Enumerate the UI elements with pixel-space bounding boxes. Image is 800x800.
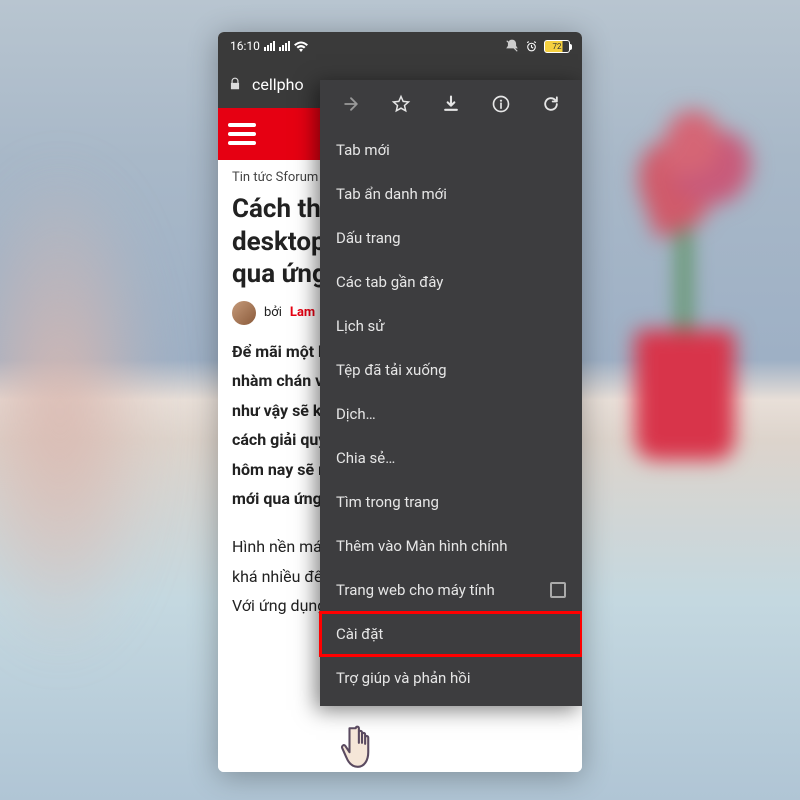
menu-desktop-site-label: Trang web cho máy tính bbox=[336, 581, 495, 599]
battery-level: 72 bbox=[553, 42, 562, 51]
menu-bookmarks[interactable]: Dấu trang bbox=[320, 216, 582, 260]
background-blur-left bbox=[0, 160, 160, 660]
alarm-icon bbox=[525, 40, 538, 53]
phone-frame: 16:10 72 cellpho Tin tức Sforum bbox=[218, 32, 582, 772]
battery-icon: 72 bbox=[544, 40, 570, 53]
overflow-menu: Tab mới Tab ẩn danh mới Dấu trang Các ta… bbox=[320, 80, 582, 706]
menu-desktop-site[interactable]: Trang web cho máy tính bbox=[320, 568, 582, 612]
menu-find[interactable]: Tìm trong trang bbox=[320, 480, 582, 524]
menu-add-home[interactable]: Thêm vào Màn hình chính bbox=[320, 524, 582, 568]
wifi-icon bbox=[294, 41, 308, 52]
forward-icon[interactable] bbox=[340, 93, 362, 115]
status-time: 16:10 bbox=[230, 39, 260, 53]
mute-icon bbox=[505, 39, 519, 53]
menu-icon-row bbox=[320, 80, 582, 128]
menu-incognito[interactable]: Tab ẩn danh mới bbox=[320, 172, 582, 216]
hamburger-icon[interactable] bbox=[228, 123, 256, 145]
signal-icon-1 bbox=[264, 41, 275, 51]
info-icon[interactable] bbox=[490, 93, 512, 115]
menu-recent-tabs[interactable]: Các tab gần đây bbox=[320, 260, 582, 304]
avatar bbox=[232, 301, 256, 325]
download-icon[interactable] bbox=[440, 93, 462, 115]
menu-settings[interactable]: Cài đặt bbox=[320, 612, 582, 656]
author-link[interactable]: Lam bbox=[290, 305, 315, 320]
reload-icon[interactable] bbox=[540, 93, 562, 115]
star-icon[interactable] bbox=[390, 93, 412, 115]
background-plant bbox=[610, 110, 760, 460]
menu-translate[interactable]: Dịch… bbox=[320, 392, 582, 436]
by-prefix: bởi bbox=[264, 305, 282, 320]
menu-downloads[interactable]: Tệp đã tải xuống bbox=[320, 348, 582, 392]
signal-icon-2 bbox=[279, 41, 290, 51]
menu-share[interactable]: Chia sẻ… bbox=[320, 436, 582, 480]
menu-new-tab[interactable]: Tab mới bbox=[320, 128, 582, 172]
status-bar: 16:10 72 bbox=[218, 32, 582, 60]
menu-history[interactable]: Lịch sử bbox=[320, 304, 582, 348]
lock-icon bbox=[228, 76, 242, 92]
checkbox-icon bbox=[550, 582, 566, 598]
menu-help[interactable]: Trợ giúp và phản hồi bbox=[320, 656, 582, 700]
url-text: cellpho bbox=[252, 75, 304, 94]
